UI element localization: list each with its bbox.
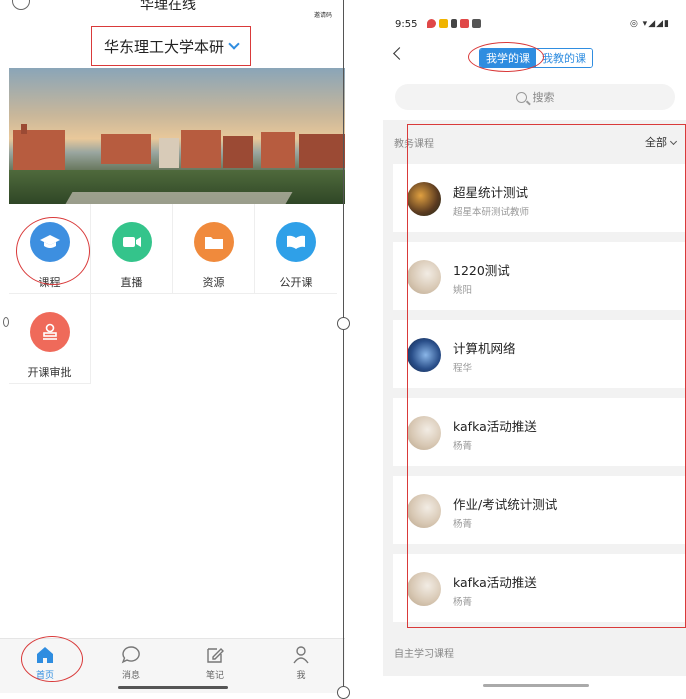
chat-bubble-icon [121, 646, 140, 664]
highlight-annotation [468, 42, 544, 72]
tab-my-teaching[interactable]: 我教的课 [536, 49, 592, 67]
app-notification-icon [472, 19, 481, 28]
grid-item-open-courses[interactable]: 公开课 [255, 204, 337, 294]
tab-label: 笔记 [205, 671, 224, 681]
highlight-annotation [21, 636, 83, 682]
tab-me[interactable]: 我 [276, 645, 326, 681]
invite-code-link[interactable]: 邀请码 [314, 10, 332, 19]
video-camera-icon [111, 222, 152, 262]
app-title: 华理在线 [140, 0, 196, 13]
grid-item-course-approval[interactable]: 开课审批 [9, 294, 91, 384]
header: 我学的课 我教的课 [383, 30, 686, 76]
back-arrow-icon[interactable] [393, 47, 406, 60]
left-phone-screen: 华理在线 邀请码 华东理工大学本研 课程 直播 资源 公开课 开课审批 首页 消… [0, 0, 345, 693]
grid-item-label: 直播 [120, 276, 143, 289]
edge-handle-icon [3, 317, 9, 327]
signal-battery-icons: ◎ ▾◢◢▮ [629, 19, 670, 29]
tab-label: 我 [296, 671, 306, 681]
school-name: 华东理工大学本研 [103, 37, 224, 56]
tab-notes[interactable]: 笔记 [190, 645, 240, 681]
grid-item-label: 资源 [202, 276, 225, 289]
right-phone-screen: 9:55 ◎ ▾◢◢▮ 我学的课 我教的课 搜索 教务课程 全部 超星统计测试 … [383, 0, 686, 693]
tab-label: 消息 [121, 671, 140, 681]
battery-saver-icon [451, 19, 457, 28]
tab-messages[interactable]: 消息 [106, 645, 156, 681]
app-notification-icon [460, 19, 469, 28]
grid-item-resources[interactable]: 资源 [173, 204, 255, 294]
status-time: 9:55 [395, 19, 418, 30]
search-input[interactable]: 搜索 [395, 84, 675, 110]
note-edit-icon [207, 648, 224, 663]
resize-handle-icon[interactable] [337, 317, 350, 330]
app-notification-icon [439, 19, 448, 28]
highlight-annotation [407, 124, 686, 628]
open-book-icon [276, 222, 316, 262]
grid-item-live[interactable]: 直播 [91, 204, 173, 294]
divider [343, 0, 344, 693]
home-indicator [483, 684, 589, 687]
school-selector[interactable]: 华东理工大学本研 [91, 26, 251, 66]
campus-banner[interactable] [9, 68, 345, 204]
search-area: 搜索 [383, 76, 686, 120]
highlight-annotation [16, 217, 90, 285]
left-header: 华理在线 邀请码 华东理工大学本研 [0, 0, 345, 68]
section-title: 自主学习课程 [394, 649, 454, 660]
location-icon [427, 19, 436, 28]
stamp-icon [29, 312, 70, 352]
folder-icon [193, 222, 234, 262]
search-placeholder: 搜索 [532, 91, 555, 104]
status-circle-icon [12, 0, 30, 10]
notification-icons [427, 19, 481, 28]
person-icon [293, 646, 309, 664]
status-bar: 9:55 ◎ ▾◢◢▮ [383, 0, 686, 30]
home-indicator [118, 686, 228, 689]
chevron-down-icon [228, 38, 240, 50]
search-icon [515, 91, 527, 103]
grid-item-label: 开课审批 [27, 366, 72, 379]
grid-item-label: 公开课 [279, 276, 313, 289]
empty-area [9, 410, 345, 638]
